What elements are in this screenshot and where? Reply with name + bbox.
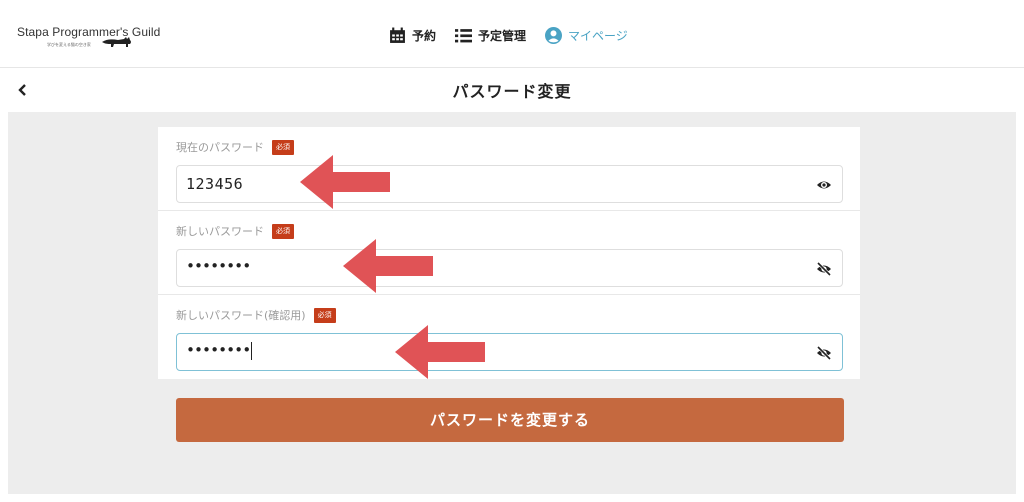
confirm-password-text: •••••••• (186, 341, 251, 359)
annotation-arrow-icon (395, 325, 485, 379)
annotation-arrow-icon (343, 239, 433, 293)
page-title: パスワード変更 (452, 82, 572, 101)
field-label: 現在のパスワード 必須 (176, 139, 294, 155)
current-password-label: 現在のパスワード (176, 141, 264, 154)
brand-logo[interactable]: Stapa Programmer's Guild 学びを変える猫の空き家 (17, 25, 161, 47)
required-badge: 必須 (272, 139, 294, 155)
eye-icon[interactable] (816, 177, 832, 193)
nav-label-reservation: 予約 (412, 28, 437, 43)
brand-tagline: 学びを変える猫の空き家 (47, 42, 91, 47)
password-form: 現在のパスワード 必須 123456 新しいパスワード 必須 •••••••• (158, 127, 860, 379)
confirm-password-value: •••••••• (186, 341, 253, 360)
nav-label-schedule: 予定管理 (478, 28, 527, 43)
text-caret (251, 341, 253, 360)
eye-slash-icon[interactable] (816, 261, 832, 277)
main-nav: 予約 予定管理 マイページ (389, 24, 647, 46)
nav-label-mypage: マイページ (568, 28, 628, 43)
new-password-value: •••••••• (186, 257, 251, 275)
confirm-password-label: 新しいパスワード(確認用) (176, 309, 306, 322)
field-label: 新しいパスワード 必須 (176, 223, 294, 239)
nav-item-schedule[interactable]: 予定管理 (455, 27, 526, 44)
brand-name: Stapa Programmer's Guild (17, 25, 161, 39)
new-password-field: 新しいパスワード 必須 •••••••• (158, 211, 860, 295)
eye-slash-icon[interactable] (816, 345, 832, 361)
confirm-password-field: 新しいパスワード(確認用) 必須 •••••••• (158, 295, 860, 379)
current-password-field: 現在のパスワード 必須 123456 (158, 127, 860, 211)
list-icon (455, 28, 473, 42)
app-header: Stapa Programmer's Guild 学びを変える猫の空き家 予約 (0, 0, 1024, 68)
current-password-input[interactable]: 123456 (176, 165, 843, 203)
new-password-input[interactable]: •••••••• (176, 249, 843, 287)
field-label: 新しいパスワード(確認用) 必須 (176, 307, 336, 323)
required-badge: 必須 (272, 223, 294, 239)
change-password-button[interactable]: パスワードを変更する (176, 398, 844, 442)
nav-item-reservation[interactable]: 予約 (389, 27, 436, 44)
nav-item-mypage[interactable]: マイページ (545, 26, 628, 44)
current-password-value: 123456 (186, 175, 244, 193)
required-badge: 必須 (313, 307, 336, 323)
cat-icon (102, 37, 131, 47)
new-password-label: 新しいパスワード (176, 225, 264, 238)
confirm-password-input[interactable]: •••••••• (176, 333, 843, 371)
annotation-arrow-icon (300, 155, 390, 209)
user-circle-icon (545, 26, 563, 44)
calendar-icon (390, 27, 405, 43)
